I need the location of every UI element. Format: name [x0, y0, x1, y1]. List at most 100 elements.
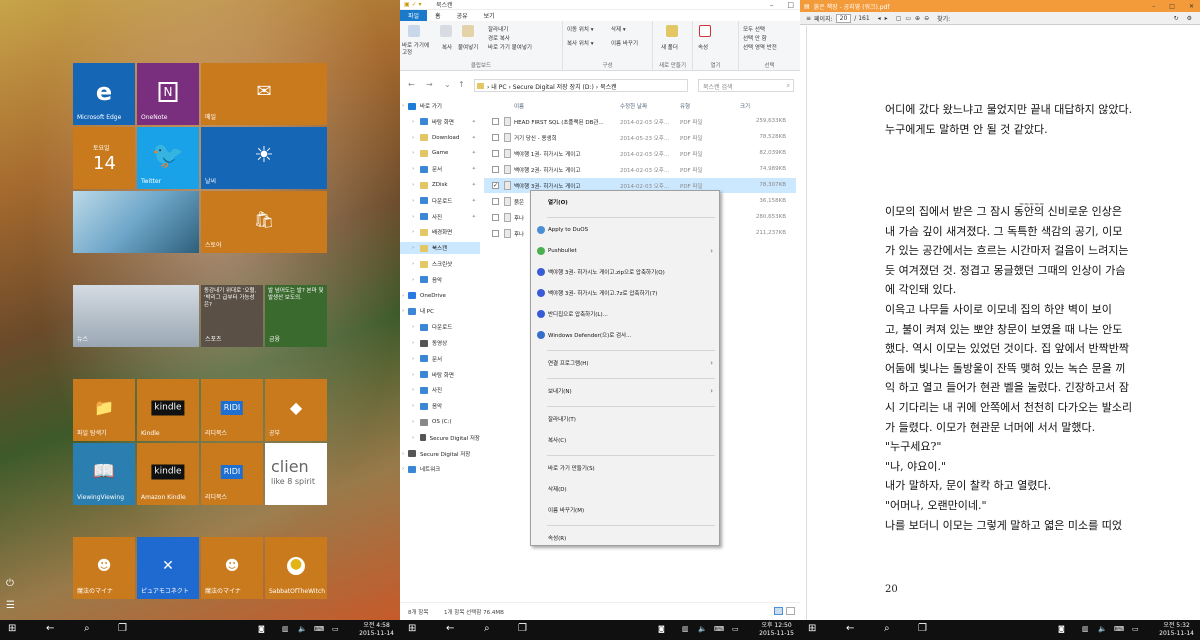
expand-chevron-icon[interactable]: ›: [412, 419, 414, 425]
invert-selection-button[interactable]: 선택 영역 반전: [743, 43, 777, 51]
context-menu-item[interactable]: 연결 프로그램(H) ›: [531, 354, 719, 372]
maximize-icon[interactable]: □: [787, 1, 794, 9]
search-icon[interactable]: ⌕: [484, 624, 490, 634]
power-icon[interactable]: ⏻: [6, 578, 14, 589]
cut-button[interactable]: 잘라내기: [488, 25, 508, 33]
file-row[interactable]: HEAD FIRST SQL (초플랙된 DB관... 2014-02-03 오후…: [484, 114, 796, 129]
column-date[interactable]: 수정한 날짜: [620, 102, 647, 110]
tile-puyo[interactable]: ✕ ピュアモコネクト: [137, 537, 199, 599]
tile-finance[interactable]: 발 넘어도는 발? 본마 및 발생산 보도의. 금융: [265, 285, 327, 347]
tab-file[interactable]: 파일: [400, 10, 428, 21]
column-name[interactable]: 이름: [514, 102, 524, 110]
network-icon[interactable]: ▥: [682, 624, 689, 634]
pin-icon[interactable]: ✦: [472, 119, 476, 125]
context-menu-item[interactable]: 바로 가기 만들기(S): [531, 459, 719, 477]
file-row[interactable]: 거기 당신 - 용생희 2014-05-23 오후... PDF 파일 78,528K…: [484, 130, 796, 145]
keyboard-icon[interactable]: ⌨: [314, 624, 324, 634]
search-icon[interactable]: ⌕: [884, 624, 890, 634]
find-input[interactable]: [954, 14, 1014, 22]
volume-icon[interactable]: 🔈: [698, 624, 707, 634]
fit-page-icon[interactable]: ▢: [896, 15, 902, 22]
tab-view[interactable]: 보기: [476, 10, 503, 21]
nav-item[interactable]: › Secure Digital 저장: [400, 432, 480, 444]
nav-item[interactable]: › 바탕 화면 ✦: [400, 116, 480, 128]
paste-button[interactable]: 붙여넣기: [458, 43, 478, 51]
expand-chevron-icon[interactable]: ›: [402, 466, 404, 472]
nav-item[interactable]: › 네트워크: [400, 463, 480, 475]
forward-arrow-icon[interactable]: →: [426, 80, 433, 89]
network-icon[interactable]: ▥: [282, 624, 289, 634]
keyboard-icon[interactable]: ⌨: [1114, 624, 1124, 634]
new-folder-button[interactable]: 새 폴더: [661, 43, 678, 51]
tile-sports[interactable]: 동강내기 위대로 '오혈, '박리그 급부터 가능성은? 스포츠: [201, 285, 263, 347]
row-checkbox[interactable]: [492, 118, 499, 125]
nav-item[interactable]: › Game ✦: [400, 147, 480, 159]
tile-ridibooks-2[interactable]: RIDI 리디북스: [201, 443, 263, 505]
tile-mail[interactable]: ✉ 메일: [201, 63, 327, 125]
nav-item[interactable]: › 동영상: [400, 337, 480, 349]
context-menu-item[interactable]: 복사(C): [531, 431, 719, 449]
column-size[interactable]: 크기: [740, 102, 750, 110]
tray-app-icon[interactable]: ◙: [258, 624, 265, 634]
notification-icon[interactable]: ▭: [332, 624, 339, 634]
context-menu-item[interactable]: 백야행 3권- 히가시노 게이고.7z로 압축하기(7): [531, 284, 719, 302]
delete-button[interactable]: 삭제 ▾: [611, 25, 626, 33]
tile-microsoft-edge[interactable]: e Microsoft Edge: [73, 63, 135, 125]
settings-icon[interactable]: ⚙: [1187, 15, 1192, 22]
tray-app-icon[interactable]: ◙: [1058, 624, 1065, 634]
zoom-out-icon[interactable]: ⊖: [924, 15, 929, 22]
context-menu-item[interactable]: 속성(R): [531, 529, 719, 547]
taskbar-clock[interactable]: 오전 5:32 2015-11-14: [1159, 622, 1194, 638]
pin-icon[interactable]: ✦: [472, 135, 476, 141]
nav-item[interactable]: › ZDisk ✦: [400, 179, 480, 191]
expand-chevron-icon[interactable]: ›: [412, 340, 414, 346]
expand-chevron-icon[interactable]: ›: [412, 135, 414, 141]
quick-access-toolbar[interactable]: ▣ ✓ ▾: [404, 1, 422, 8]
select-all-button[interactable]: 모두 선택: [743, 25, 765, 33]
expand-chevron-icon[interactable]: ›: [412, 372, 414, 378]
select-none-button[interactable]: 선택 안 함: [743, 34, 767, 42]
row-checkbox[interactable]: [492, 150, 499, 157]
tile-photo[interactable]: [73, 191, 199, 253]
nav-item[interactable]: › 배경화면: [400, 226, 480, 238]
notification-icon[interactable]: ▭: [732, 624, 739, 634]
pin-icon[interactable]: ✦: [472, 182, 476, 188]
expand-chevron-icon[interactable]: ›: [412, 324, 414, 330]
row-checkbox[interactable]: [492, 134, 499, 141]
next-page-icon[interactable]: ▸: [885, 15, 888, 22]
tile-weather[interactable]: ☀ 날씨: [201, 127, 327, 189]
close-icon[interactable]: ✕: [1189, 3, 1194, 10]
expand-chevron-icon[interactable]: ›: [402, 293, 404, 299]
copy-to-button[interactable]: 복사 위치 ▾: [567, 39, 594, 47]
expand-chevron-icon[interactable]: ›: [412, 119, 414, 125]
context-menu-item[interactable]: 잘라내기(T): [531, 410, 719, 428]
paste-shortcut-button[interactable]: 바로 가기 붙여넣기: [488, 43, 532, 51]
context-menu-item[interactable]: 삭제(D): [531, 480, 719, 498]
expand-chevron-icon[interactable]: ›: [412, 198, 414, 204]
context-menu-item[interactable]: Pushbullet ›: [531, 242, 719, 260]
context-menu-item[interactable]: 반디집으로 압축하기(L)...: [531, 305, 719, 323]
expand-chevron-icon[interactable]: ›: [412, 277, 414, 283]
tile-anime-1[interactable]: ☻ 魔法のマイナ: [73, 537, 135, 599]
minimize-icon[interactable]: –: [1152, 3, 1155, 10]
expand-chevron-icon[interactable]: ›: [412, 356, 414, 362]
nav-item[interactable]: › Secure Digital 저장: [400, 448, 480, 460]
nav-item[interactable]: › OS (C:): [400, 416, 480, 428]
expand-chevron-icon[interactable]: ›: [412, 245, 414, 251]
start-windows-icon[interactable]: ⊞: [808, 624, 816, 634]
nav-item[interactable]: › 문서: [400, 353, 480, 365]
context-menu-item[interactable]: Apply to DuOS: [531, 221, 719, 239]
nav-item[interactable]: › 바탕 화면: [400, 369, 480, 381]
context-menu-item[interactable]: 이름 바꾸기(M): [531, 501, 719, 519]
pin-to-quick-access-button[interactable]: 바로 가기에 고정: [402, 43, 432, 57]
properties-button[interactable]: 속성: [698, 43, 708, 51]
nav-item[interactable]: › 음악: [400, 400, 480, 412]
nav-item[interactable]: › 다운로드 ✦: [400, 195, 480, 207]
pin-icon[interactable]: ✦: [472, 214, 476, 220]
nav-item[interactable]: › 문서 ✦: [400, 163, 480, 175]
expand-chevron-icon[interactable]: ›: [412, 214, 414, 220]
task-view-icon[interactable]: ❐: [918, 624, 927, 634]
prev-page-icon[interactable]: ◂: [878, 15, 881, 22]
context-menu-item[interactable]: 보내기(N) ›: [531, 382, 719, 400]
file-row[interactable]: 백야행 1권- 히가시노 게이고 2014-02-03 오후... PDF 파일 82…: [484, 146, 796, 161]
